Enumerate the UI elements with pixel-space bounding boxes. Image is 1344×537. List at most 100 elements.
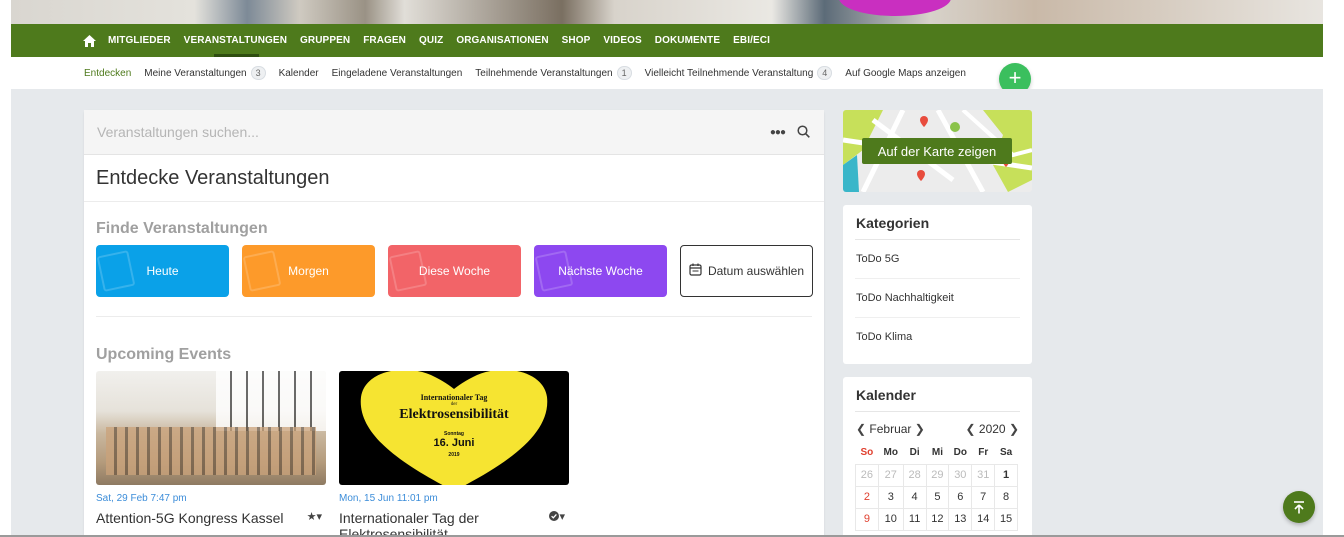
calendar-day[interactable]: 11 bbox=[902, 507, 927, 531]
prev-year-icon[interactable]: ❮ bbox=[965, 422, 975, 436]
event-image[interactable] bbox=[96, 371, 326, 485]
calendar-day[interactable]: 26 bbox=[855, 463, 879, 487]
event-date: Sat, 29 Feb 7:47 pm bbox=[96, 493, 187, 504]
event-card[interactable]: Internationaler Tag der Elektrosensibili… bbox=[339, 371, 569, 537]
calendar-year: 2020 bbox=[978, 422, 1006, 436]
subnav-meine-veranstaltungen[interactable]: Meine Veranstaltungen 3 bbox=[144, 66, 266, 80]
subnav-label: Auf Google Maps anzeigen bbox=[845, 67, 966, 79]
main-navigation: MITGLIEDER VERANSTALTUNGEN GRUPPEN FRAGE… bbox=[11, 24, 1323, 57]
calendar-day[interactable]: 7 bbox=[971, 485, 996, 509]
calendar-day[interactable]: 3 bbox=[877, 485, 904, 509]
nav-videos[interactable]: VIDEOS bbox=[603, 35, 641, 46]
subnav-entdecken[interactable]: Entdecken bbox=[84, 68, 131, 79]
category-item[interactable]: ToDo Nachhaltigkeit bbox=[855, 279, 1020, 318]
event-image[interactable]: Internationaler Tag der Elektrosensibili… bbox=[339, 371, 569, 485]
calendar-icon bbox=[689, 263, 702, 279]
calendar-deco-icon bbox=[96, 250, 136, 292]
select-date-button[interactable]: Datum auswählen bbox=[680, 245, 813, 297]
nav-gruppen[interactable]: GRUPPEN bbox=[300, 35, 350, 46]
event-title[interactable]: Attention-5G Kongress Kassel bbox=[96, 510, 286, 526]
calendar-day[interactable]: 28 bbox=[902, 463, 927, 487]
poster-text: Internationaler Tag der Elektrosensibili… bbox=[399, 392, 509, 458]
calendar-day[interactable]: 4 bbox=[902, 485, 927, 509]
calendar-day[interactable]: 30 bbox=[948, 463, 973, 487]
nav-shop[interactable]: SHOP bbox=[562, 35, 591, 46]
calendar-day[interactable]: 10 bbox=[877, 507, 904, 531]
nav-organisationen[interactable]: ORGANISATIONEN bbox=[456, 35, 548, 46]
calendar-day[interactable]: 2 bbox=[855, 485, 879, 509]
weekday-label: Fr bbox=[978, 447, 989, 459]
calendar-day[interactable]: 29 bbox=[925, 463, 950, 487]
quick-filter-row: Heute Morgen Diese Woche Nächste Woche D… bbox=[96, 245, 813, 297]
check-circle-icon[interactable]: ▾ bbox=[549, 510, 565, 523]
nav-dokumente[interactable]: DOKUMENTE bbox=[655, 35, 720, 46]
calendar-day[interactable]: 1 bbox=[994, 463, 1018, 487]
filter-tomorrow-button[interactable]: Morgen bbox=[242, 245, 375, 297]
subnav-teilnehmende[interactable]: Teilnehmende Veranstaltungen 1 bbox=[475, 66, 632, 80]
nav-veranstaltungen[interactable]: VERANSTALTUNGEN bbox=[184, 35, 287, 57]
categories-panel: Kategorien ToDo 5G ToDo Nachhaltigkeit T… bbox=[843, 205, 1032, 364]
nav-fragen[interactable]: FRAGEN bbox=[363, 35, 406, 46]
upcoming-events-heading: Upcoming Events bbox=[96, 346, 232, 363]
subnav-vielleicht[interactable]: Vielleicht Teilnehmende Veranstaltung 4 bbox=[645, 66, 833, 80]
weekday-label: Di bbox=[909, 447, 920, 459]
filter-label: Datum auswählen bbox=[707, 264, 805, 278]
upcoming-events-list: Sat, 29 Feb 7:47 pm Attention-5G Kongres… bbox=[96, 371, 569, 537]
count-badge: 1 bbox=[616, 66, 632, 80]
category-item[interactable]: ToDo Klima bbox=[855, 318, 1020, 356]
subnav-google-maps[interactable]: Auf Google Maps anzeigen bbox=[845, 68, 966, 79]
search-bar: ●●● bbox=[84, 110, 824, 155]
calendar-deco-icon bbox=[534, 250, 574, 292]
subnav-label: Teilnehmende Veranstaltungen bbox=[475, 67, 613, 79]
scroll-to-top-button[interactable] bbox=[1283, 491, 1315, 523]
section-divider bbox=[96, 316, 812, 317]
next-year-icon[interactable]: ❯ bbox=[1009, 422, 1019, 436]
home-icon[interactable] bbox=[83, 34, 97, 48]
filter-today-button[interactable]: Heute bbox=[96, 245, 229, 297]
events-main-card: ●●● Entdecke Veranstaltungen Finde Veran… bbox=[84, 110, 824, 537]
calendar-grid: So Mo Di Mi Do Fr Sa 26 27 28 29 30 31 1… bbox=[855, 442, 1018, 531]
subnav-eingeladene[interactable]: Eingeladene Veranstaltungen bbox=[332, 68, 463, 79]
category-item[interactable]: ToDo 5G bbox=[855, 240, 1020, 279]
sub-navigation: Entdecken Meine Veranstaltungen 3 Kalende… bbox=[11, 57, 1323, 89]
calendar-panel: Kalender ❮ Februar ❯ ❮ 2020 ❯ So Mo Di M… bbox=[843, 377, 1032, 537]
search-icon[interactable] bbox=[797, 125, 811, 139]
calendar-day[interactable]: 15 bbox=[994, 507, 1018, 531]
calendar-day[interactable]: 9 bbox=[855, 507, 879, 531]
show-on-map-button[interactable]: Auf der Karte zeigen bbox=[862, 138, 1012, 164]
nav-ebi-eci[interactable]: EBI/ECI bbox=[733, 35, 770, 46]
search-input[interactable] bbox=[97, 124, 770, 140]
filter-this-week-button[interactable]: Diese Woche bbox=[388, 245, 521, 297]
calendar-day[interactable]: 6 bbox=[948, 485, 973, 509]
weekday-label: Mi bbox=[931, 447, 943, 459]
calendar-day[interactable]: 8 bbox=[994, 485, 1018, 509]
weekday-label: So bbox=[860, 447, 874, 459]
subnav-label: Eingeladene Veranstaltungen bbox=[331, 67, 463, 79]
map-preview[interactable]: Auf der Karte zeigen bbox=[843, 110, 1032, 192]
subnav-kalender[interactable]: Kalender bbox=[279, 68, 319, 79]
more-options-icon[interactable]: ●●● bbox=[770, 127, 786, 138]
calendar-navigation: ❮ Februar ❯ ❮ 2020 ❯ bbox=[855, 412, 1020, 442]
calendar-day[interactable]: 5 bbox=[925, 485, 950, 509]
event-title[interactable]: Internationaler Tag der Elektrosensibili… bbox=[339, 510, 529, 537]
calendar-day[interactable]: 14 bbox=[971, 507, 996, 531]
weekday-label: Sa bbox=[999, 447, 1013, 459]
calendar-day[interactable]: 27 bbox=[877, 463, 904, 487]
filter-label: Heute bbox=[146, 264, 179, 278]
prev-month-icon[interactable]: ❮ bbox=[856, 422, 866, 436]
calendar-day[interactable]: 12 bbox=[925, 507, 950, 531]
filter-next-week-button[interactable]: Nächste Woche bbox=[534, 245, 667, 297]
count-badge: 3 bbox=[250, 66, 266, 80]
event-card[interactable]: Sat, 29 Feb 7:47 pm Attention-5G Kongres… bbox=[96, 371, 326, 537]
nav-quiz[interactable]: QUIZ bbox=[419, 35, 443, 46]
star-icon[interactable]: ★▾ bbox=[307, 510, 322, 523]
nav-mitglieder[interactable]: MITGLIEDER bbox=[108, 35, 171, 46]
calendar-day[interactable]: 13 bbox=[948, 507, 973, 531]
calendar-day[interactable]: 31 bbox=[971, 463, 996, 487]
calendar-deco-icon bbox=[242, 250, 282, 292]
subnav-label: Entdecken bbox=[84, 67, 132, 79]
weekday-label: Mo bbox=[883, 447, 898, 459]
event-date: Mon, 15 Jun 11:01 pm bbox=[339, 493, 438, 504]
next-month-icon[interactable]: ❯ bbox=[915, 422, 925, 436]
calendar-month: Februar bbox=[869, 422, 912, 436]
